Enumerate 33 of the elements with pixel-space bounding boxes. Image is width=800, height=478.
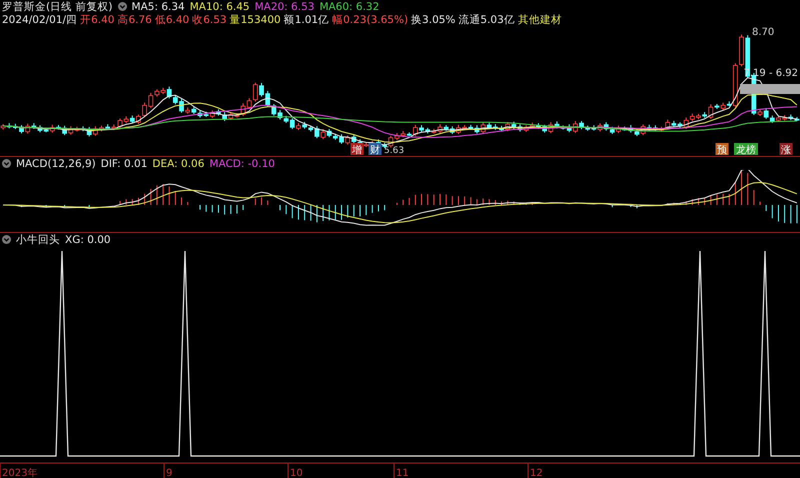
quote-value: 开6.40: [80, 12, 114, 26]
date-label: 10: [290, 468, 303, 478]
high-price-label: 8.70: [752, 27, 774, 38]
event-tag[interactable]: 预: [716, 143, 728, 156]
event-tag[interactable]: 涨: [780, 143, 792, 156]
moving-average-value: MA20: 6.53: [254, 0, 314, 12]
event-tag[interactable]: 财: [368, 143, 382, 156]
indicator-value: DIF: 0.01: [100, 158, 148, 170]
quote-value: 量153400: [230, 12, 281, 26]
quote-value: 其他建材: [518, 12, 562, 26]
low-price-label: 5.63: [384, 146, 404, 156]
moving-average-value: MA10: 6.45: [190, 0, 250, 12]
indicator-value: XG: 0.00: [65, 234, 111, 246]
indicator-value: DEA: 0.06: [152, 158, 204, 170]
quote-value: 收6.53: [192, 12, 227, 26]
date-label: 11: [396, 468, 409, 478]
event-tag[interactable]: 增: [350, 143, 364, 156]
quote-value: 低6.40: [154, 12, 190, 26]
quote-value: 高6.76: [117, 12, 152, 26]
date-label: 2023年: [2, 468, 38, 478]
quote-value: 换3.05%: [411, 12, 456, 26]
stock-title: 罗普斯金(日线 前复权): [2, 0, 113, 14]
date-label: 12: [530, 468, 543, 478]
date-label: 9: [166, 468, 172, 478]
quote-value: 2024/02/01/四: [2, 12, 78, 26]
moving-average-value: MA5: 6.34: [132, 0, 185, 12]
moving-average-value: MA60: 6.32: [319, 0, 380, 12]
quote-value: 流通5.03亿: [458, 12, 515, 26]
quote-value: 额1.01亿: [284, 12, 330, 26]
indicator-title: 小牛回头: [16, 232, 60, 246]
indicator-title: MACD(12,26,9): [16, 158, 96, 170]
quote-value: 幅0.23(3.65%): [332, 12, 408, 26]
indicator-value: MACD: -0.10: [209, 158, 275, 170]
